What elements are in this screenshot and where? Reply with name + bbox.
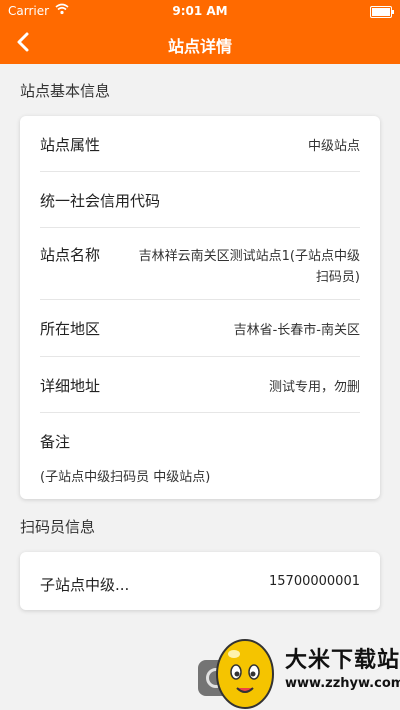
- row-station-name: 站点名称 吉林祥云南关区测试站点1(子站点中级 扫码员): [40, 228, 360, 300]
- row-value-line2: 扫码员): [315, 270, 360, 285]
- nav-bar: 站点详情: [0, 22, 400, 64]
- egg-mascot-icon: [216, 639, 274, 709]
- row-region: 所在地区 吉林省-长春市-南关区: [40, 300, 360, 357]
- row-label: 站点名称: [40, 246, 101, 264]
- status-bar: Carrier 9:01 AM: [0, 0, 400, 22]
- row-label: 所在地区: [40, 320, 101, 338]
- row-value: 中级站点: [307, 139, 360, 154]
- row-station-attribute: 站点属性 中级站点: [40, 116, 360, 172]
- scanner-card[interactable]: 子站点中级... 15700000001: [20, 552, 380, 610]
- clock-time: 9:01 AM: [172, 4, 228, 18]
- watermark-title: 大米下载站: [285, 648, 400, 673]
- row-label: 站点属性: [40, 136, 101, 154]
- row-label: 统一社会信用代码: [40, 192, 161, 210]
- row-value: 吉林省-长春市-南关区: [233, 323, 360, 338]
- row-value-line1: 吉林祥云南关区测试站点1(子站点中级: [138, 249, 360, 264]
- scanner-info-section-title: 扫码员信息: [20, 518, 96, 536]
- battery-icon: [370, 6, 394, 18]
- basic-info-card: 站点属性 中级站点 统一社会信用代码 站点名称 吉林祥云南关区测试站点1(子站点…: [20, 116, 380, 499]
- row-label: 详细地址: [40, 377, 101, 395]
- row-credit-code: 统一社会信用代码: [40, 172, 360, 228]
- watermark: 大米下载站 www.zzhyw.com: [200, 630, 400, 710]
- scanner-name: 子站点中级...: [40, 576, 130, 594]
- watermark-url: www.zzhyw.com: [285, 676, 400, 691]
- row-value: 吉林祥云南关区测试站点1(子站点中级 扫码员): [120, 245, 360, 285]
- basic-info-section-title: 站点基本信息: [20, 82, 111, 100]
- row-label: 备注: [40, 433, 71, 451]
- row-address: 详细地址 测试专用，勿删: [40, 357, 360, 413]
- remark-text: (子站点中级扫码员 中级站点): [40, 470, 211, 485]
- scanner-phone: 15700000001: [269, 574, 360, 589]
- page-title: 站点详情: [167, 37, 232, 56]
- row-value: 测试专用，勿删: [268, 380, 360, 395]
- row-remark: 备注 (子站点中级扫码员 中级站点): [40, 413, 360, 501]
